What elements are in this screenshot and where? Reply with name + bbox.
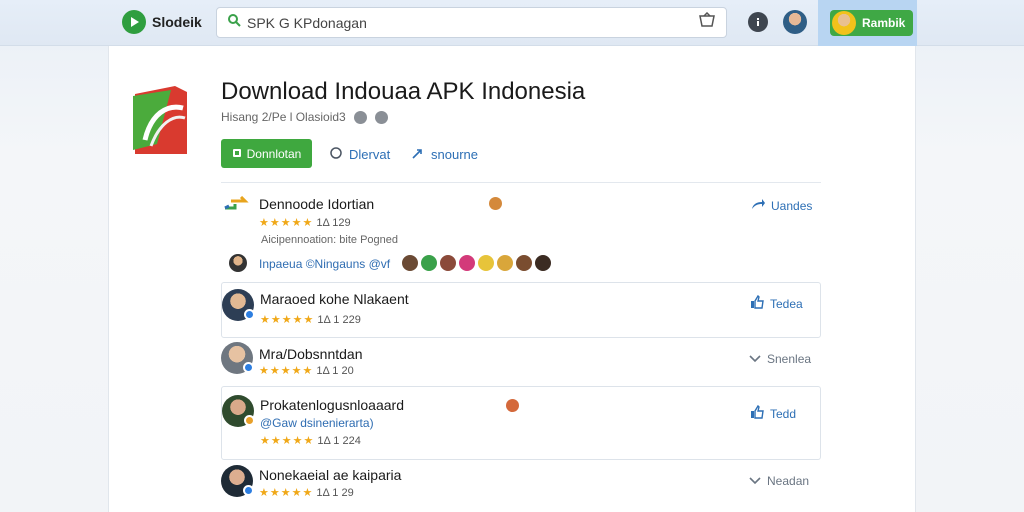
mini-avatar [496,254,514,272]
mini-avatar [477,254,495,272]
emoji-icon [506,399,519,412]
avatar-small [229,254,247,272]
review-action-label: Snenlea [767,352,812,366]
app-meta-text: Hisang 2/Pe l Olasioid3 [221,110,346,124]
top-bar: Slodeik SPK G KPdonagan Rambik [0,0,1024,46]
rating-count: 1Δ 1 20 [316,365,354,377]
review-rating: ★★★★★ 1Δ 1 20 [259,364,354,377]
page-title: Download Indouaa APK Indonesia [221,78,586,105]
emoji-icon [489,197,502,210]
review-rating: ★★★★★ 1Δ 1 224 [260,434,361,447]
review-tags[interactable]: Inpaeua ©Ningauns @vf [259,257,390,271]
review-action-label: Uandes [771,198,813,213]
settings-icon[interactable] [374,110,388,124]
user-avatar [832,11,856,35]
download-icon [232,147,242,161]
wishlist-link[interactable]: Dlervat [329,146,390,163]
search-icon [227,13,241,32]
mini-avatar [534,254,552,272]
user-menu[interactable]: Rambik [818,0,917,46]
review-action[interactable]: Neadan [749,474,809,488]
download-button[interactable]: Donnlotan [221,139,312,168]
star-rating-icon: ★★★★★ [259,487,314,499]
review-item: Mra/Dobsnntdan ★★★★★ 1Δ 1 20 Snenlea [221,338,821,386]
search-input[interactable]: SPK G KPdonagan [247,15,698,31]
review-action-label: Tedd [770,406,797,421]
mini-avatar [515,254,533,272]
verified-badge-icon [244,309,255,320]
rating-count: 1Δ 129 [316,217,351,229]
review-author: Prokatenlogusnloaaard [260,397,404,413]
review-rating: ★★★★★ 1Δ 129 [259,216,351,229]
user-chip[interactable]: Rambik [830,10,914,36]
review-action-label: Neadan [767,474,810,488]
review-author: Dennoode Idortian [259,196,375,212]
brand-name: Slodeik [152,14,202,30]
verified-badge-icon [244,415,255,426]
mini-avatar [458,254,476,272]
thumbs-up-icon [750,294,764,312]
search-circle-icon [329,146,343,163]
app-logo-icon [131,84,189,158]
review-author: Mra/Dobsnntdan [259,346,363,362]
review-action[interactable]: Tedd [750,404,797,422]
review-author: Maraoed kohe Nlakaent [260,291,409,307]
reaction-avatars [401,254,552,272]
review-action[interactable]: Uandes [751,198,812,213]
review-note: Aicipennoation: bite Pogned [261,234,398,246]
star-rating-icon: ★★★★★ [259,365,314,377]
thumbs-up-icon [750,404,764,422]
rating-count: 1Δ 1 29 [316,487,354,499]
info-icon[interactable] [748,12,768,32]
brand[interactable]: Slodeik [122,10,202,34]
star-rating-icon: ★★★★★ [259,217,314,229]
app-panel: Download Indouaa APK Indonesia Hisang 2/… [108,46,916,512]
user-name: Rambik [862,16,906,30]
share-link[interactable]: snourne [411,146,478,163]
rating-count: 1Δ 1 229 [317,314,361,326]
review-handle[interactable]: @Gaw dsinenierarta) [260,416,374,430]
share-arrow-icon [751,198,765,213]
profile-avatar[interactable] [783,10,807,34]
review-item: Nonekaeial ae kaiparia ★★★★★ 1Δ 1 29 Nea… [221,460,821,512]
play-logo-icon [122,10,146,34]
chevron-down-icon [749,352,761,366]
share-icon [411,146,425,163]
review-item: Maraoed kohe Nlakaent ★★★★★ 1Δ 1 229 Ted… [221,282,821,338]
verified-icon [353,110,367,124]
review-rating: ★★★★★ 1Δ 1 29 [259,486,354,499]
rating-count: 1Δ 1 224 [317,435,361,447]
star-rating-icon: ★★★★★ [260,314,315,326]
mini-avatar [420,254,438,272]
mini-avatar [439,254,457,272]
review-item: Dennoode Idortian ★★★★★ 1Δ 129 Aicipenno… [221,192,821,282]
verified-badge-icon [243,362,254,373]
arrows-icon [223,195,249,217]
review-rating: ★★★★★ 1Δ 1 229 [260,313,361,326]
chevron-down-icon [749,474,761,488]
mini-avatar [401,254,419,272]
review-action[interactable]: Snenlea [749,352,811,366]
cart-icon[interactable] [698,11,716,33]
share-label: snourne [431,147,478,162]
search-bar[interactable]: SPK G KPdonagan [216,7,727,38]
review-item: Prokatenlogusnloaaard @Gaw dsinenierarta… [221,386,821,460]
wishlist-label: Dlervat [349,147,391,162]
verified-badge-icon [243,485,254,496]
divider [221,182,821,183]
review-action[interactable]: Tedea [750,294,803,312]
download-label: Donnlotan [246,146,302,161]
app-meta: Hisang 2/Pe l Olasioid3 [221,110,388,124]
star-rating-icon: ★★★★★ [260,435,315,447]
review-author: Nonekaeial ae kaiparia [259,467,402,483]
review-action-label: Tedea [770,296,803,311]
